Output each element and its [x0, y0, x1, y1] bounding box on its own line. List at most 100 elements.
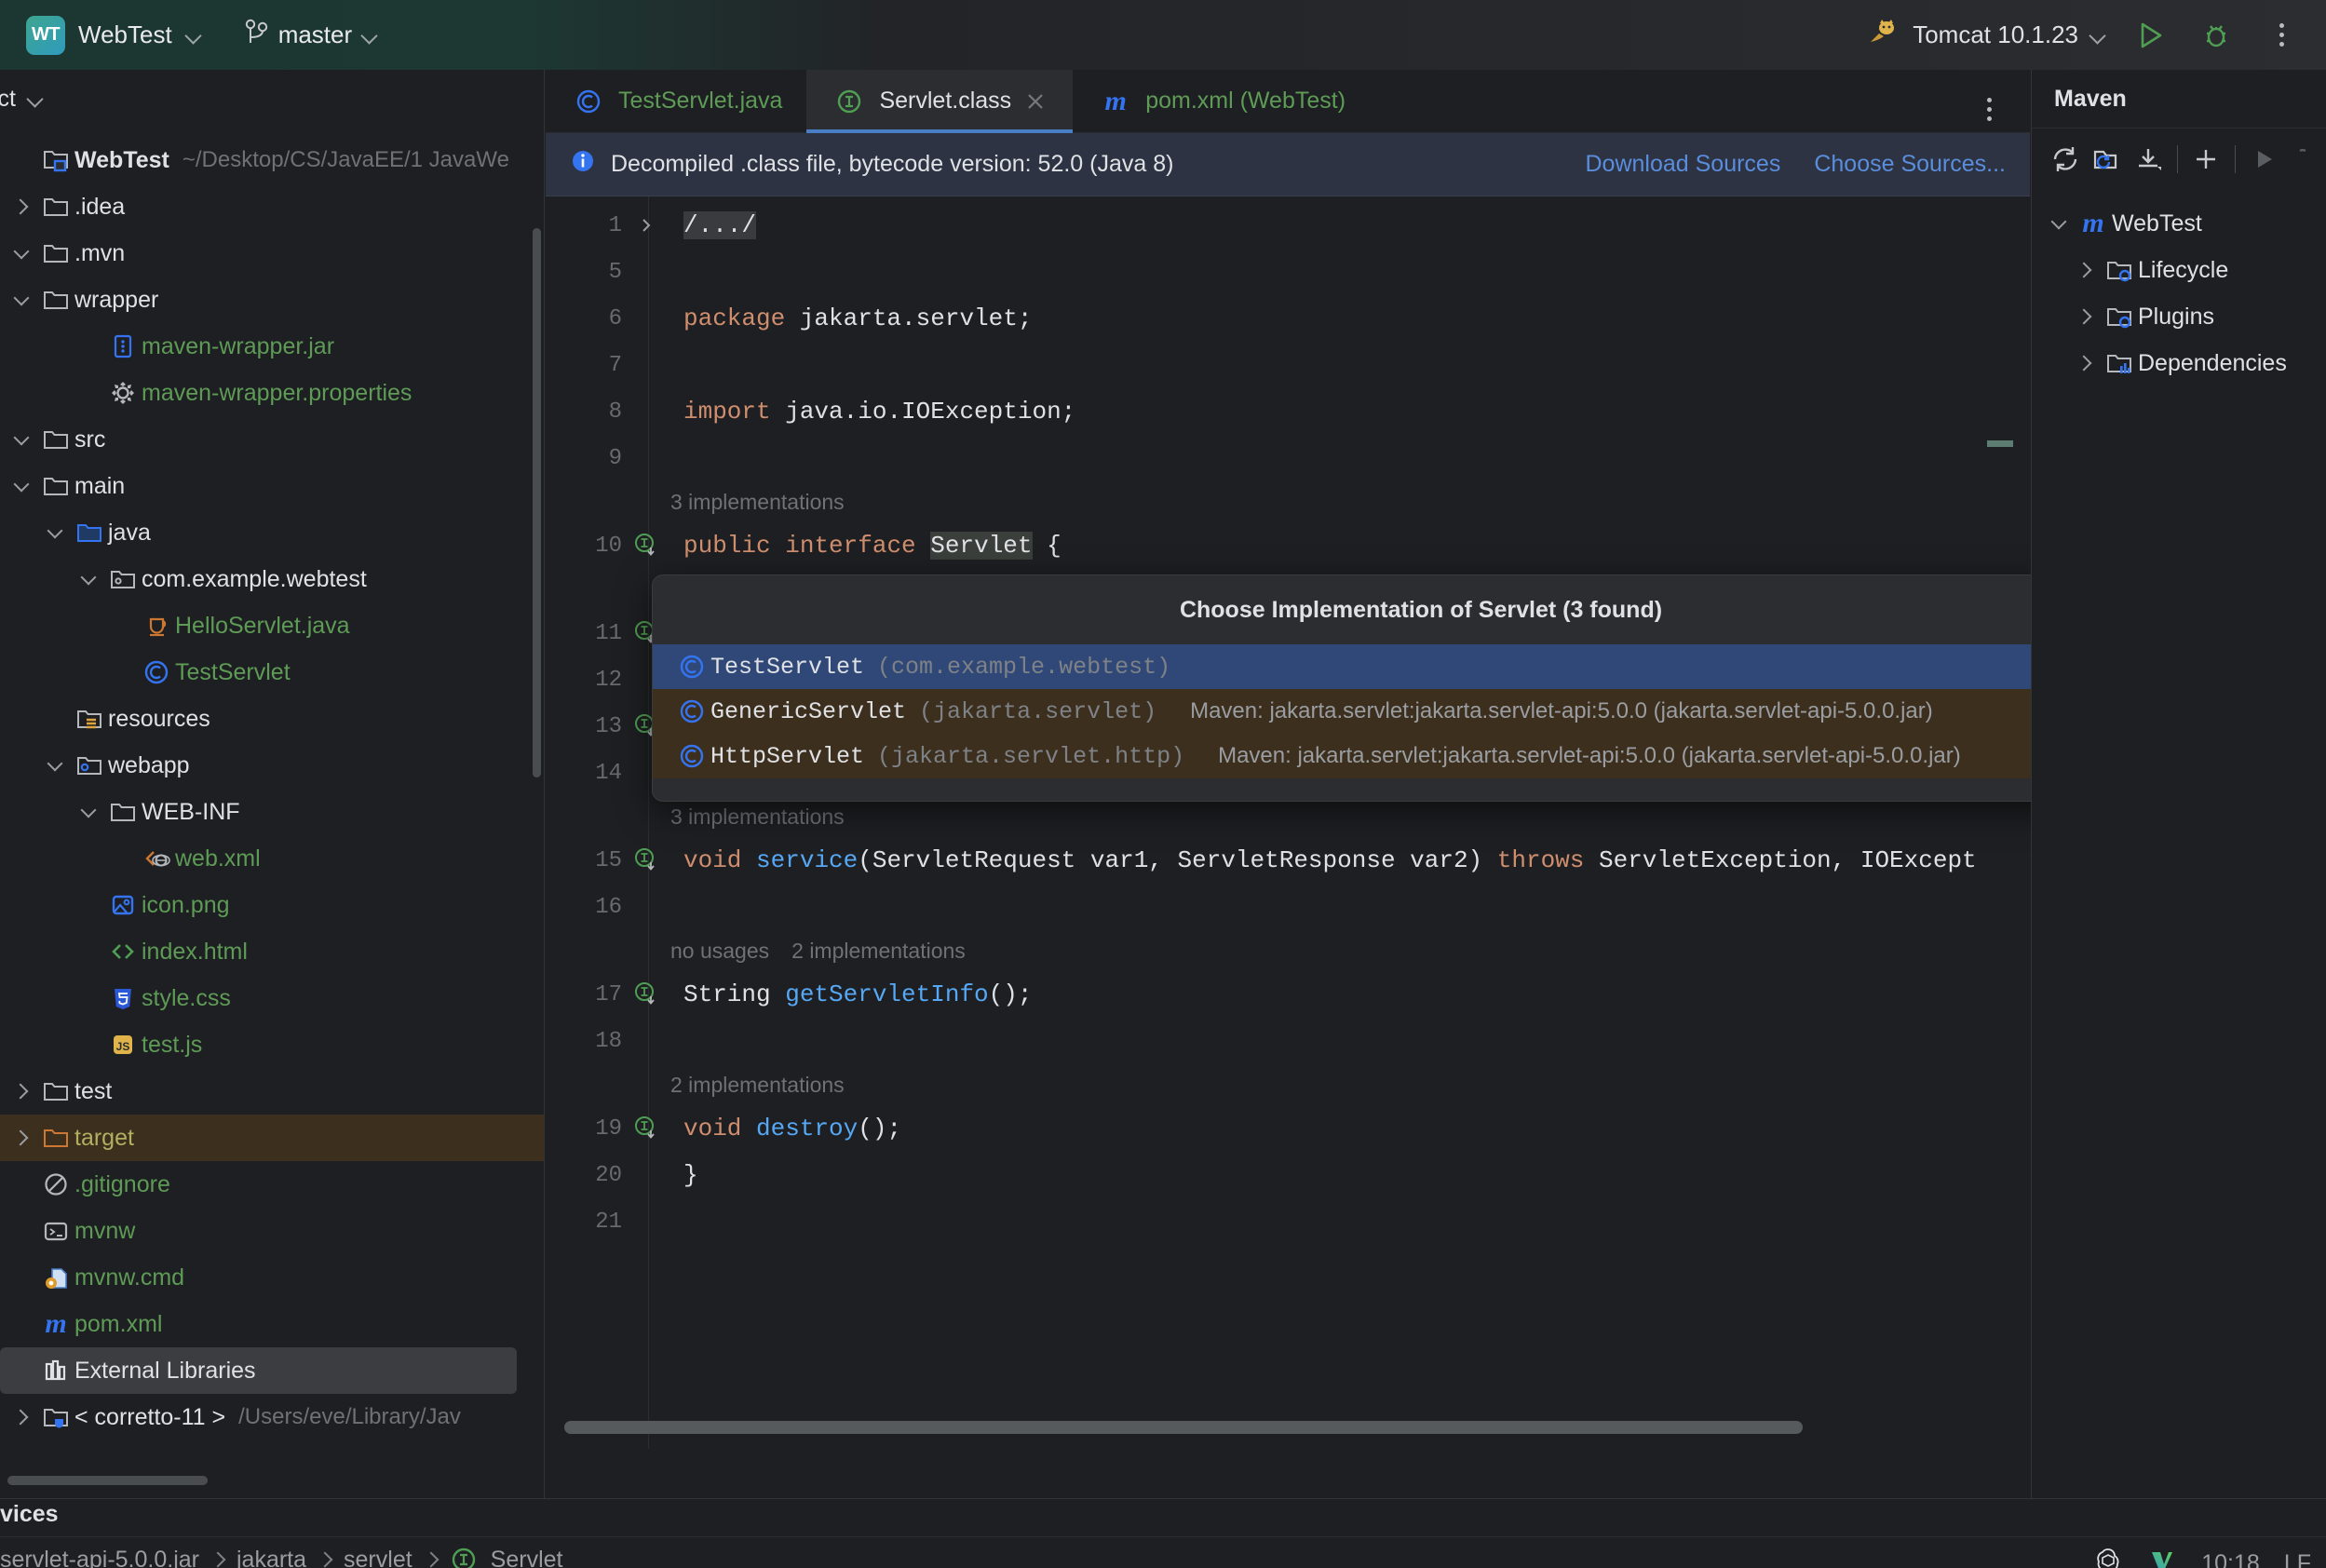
project-tree-item[interactable]: .idea	[0, 183, 544, 230]
chevron-down-icon[interactable]	[39, 522, 71, 538]
run-maven-goal-icon[interactable]	[2284, 136, 2326, 182]
editor-tab[interactable]: TestServlet.java	[546, 70, 806, 133]
project-tree-item[interactable]: < corretto-11 > /Users/eve/Library/Jav	[0, 1394, 544, 1431]
implementation-marker[interactable]	[622, 845, 670, 875]
editor-horizontal-scrollbar[interactable]	[564, 1421, 1803, 1434]
chevron-down-icon[interactable]	[2089, 27, 2106, 44]
line-number: 21	[595, 1209, 622, 1235]
inlay-hint[interactable]: 2 implementations	[546, 1064, 2030, 1105]
chevron-down-icon[interactable]	[361, 27, 378, 44]
maven-tree[interactable]: m WebTest Lifecycle Plugins Dependencies	[2032, 189, 2326, 386]
editor-tabs-more-icon[interactable]	[1968, 88, 2009, 129]
breadcrumb[interactable]: servlet-api-5.0.0.jar jakarta servlet Servl…	[0, 1546, 562, 1568]
implementation-marker[interactable]	[622, 1114, 670, 1143]
editor-tab[interactable]: Servlet.class	[806, 69, 1074, 133]
debug-button[interactable]	[2196, 15, 2237, 56]
chevron-down-icon[interactable]	[73, 569, 104, 585]
project-vertical-scrollbar[interactable]	[533, 228, 541, 777]
maven-tree-item[interactable]: Plugins	[2032, 293, 2326, 340]
close-icon[interactable]	[1022, 88, 1048, 115]
project-tree-item[interactable]: java	[34, 509, 544, 556]
popup-list-item[interactable]: HttpServlet (jakarta.servlet.http) Maven: …	[653, 734, 2189, 778]
project-tree[interactable]: WebTest ~/Desktop/CS/JavaEE/1 JavaWe .idea…	[0, 128, 544, 1431]
project-tree-item[interactable]: maven-wrapper.jar	[67, 323, 544, 370]
chevron-down-icon[interactable]	[2043, 213, 2075, 229]
implementation-marker[interactable]	[622, 980, 670, 1009]
project-tree-item[interactable]: maven-wrapper.properties	[67, 370, 544, 416]
vim-icon[interactable]	[2147, 1546, 2177, 1568]
chevron-right-icon[interactable]	[6, 198, 37, 215]
breadcrumb-item[interactable]: servlet	[344, 1547, 412, 1568]
openai-icon[interactable]	[2093, 1546, 2123, 1568]
project-tree-item[interactable]: web.xml	[101, 835, 544, 882]
maven-tree-item[interactable]: Dependencies	[2032, 340, 2326, 386]
project-tree-item[interactable]: resources	[34, 696, 544, 742]
project-tree-item[interactable]: webapp	[34, 742, 544, 789]
project-tree-item[interactable]: test	[0, 1068, 544, 1115]
chevron-down-icon[interactable]	[6, 290, 37, 305]
reload-all-icon[interactable]	[2045, 136, 2087, 182]
inlay-hint[interactable]: 3 implementations	[546, 796, 2030, 837]
execute-icon[interactable]	[2243, 136, 2285, 182]
chevron-right-icon[interactable]	[2069, 308, 2101, 325]
chevron-down-icon[interactable]	[6, 476, 37, 492]
maven-tree-item[interactable]: m WebTest	[2032, 200, 2326, 247]
project-tree-item[interactable]: JS test.js	[67, 1021, 544, 1068]
chevron-down-icon[interactable]	[185, 27, 202, 44]
maven-tree-item[interactable]: Lifecycle	[2032, 247, 2326, 293]
project-tree-item[interactable]: mvnw	[0, 1208, 544, 1254]
chevron-right-icon[interactable]	[6, 1129, 37, 1146]
more-options-icon[interactable]	[2261, 15, 2302, 56]
line-separator-label[interactable]: LF	[2284, 1550, 2311, 1568]
project-tree-item[interactable]: src	[0, 416, 544, 463]
chevron-down-icon[interactable]	[39, 755, 71, 771]
breadcrumb-item[interactable]: servlet-api-5.0.0.jar	[0, 1547, 199, 1568]
project-tree-item[interactable]: External Libraries	[0, 1347, 517, 1394]
project-tree-item[interactable]: mvnw.cmd	[0, 1254, 544, 1301]
project-tree-item[interactable]: WEB-INF	[67, 789, 544, 835]
download-sources-icon[interactable]	[2128, 136, 2170, 182]
services-tool-window-label[interactable]: vices	[0, 1501, 59, 1528]
editor-tab[interactable]: m pom.xml (WebTest)	[1073, 70, 1370, 133]
add-icon[interactable]	[2185, 136, 2227, 182]
branch-selector[interactable]: master	[245, 19, 378, 51]
breadcrumb-item[interactable]: Servlet	[491, 1547, 563, 1568]
code-editor[interactable]: 1 /.../ 5 6 package jakarta.servlet; 7 8 import…	[546, 196, 2030, 1449]
popup-list-item[interactable]: TestServlet(com.example.webtest)WebTest	[653, 644, 2189, 689]
download-sources-link[interactable]: Download Sources	[1585, 151, 1780, 178]
project-tree-item[interactable]: icon.png	[67, 882, 544, 928]
project-tree-item[interactable]: m pom.xml	[0, 1301, 544, 1347]
project-horizontal-scrollbar[interactable]	[7, 1476, 208, 1485]
add-maven-project-icon[interactable]	[2087, 136, 2129, 182]
popup-list-item[interactable]: GenericServlet (jakarta.servlet) Maven: ja…	[653, 689, 2189, 734]
popup-item-list[interactable]: TestServlet(com.example.webtest)WebTestG…	[653, 644, 2189, 778]
project-tree-item[interactable]: com.example.webtest	[67, 556, 544, 602]
project-tree-item[interactable]: HelloServlet.java	[101, 602, 544, 649]
implementation-marker[interactable]	[622, 531, 670, 561]
choose-sources-link[interactable]: Choose Sources...	[1814, 151, 2006, 178]
project-tree-item[interactable]: WebTest ~/Desktop/CS/JavaEE/1 JavaWe	[0, 137, 544, 183]
chevron-down-icon[interactable]	[73, 802, 104, 818]
choose-implementation-popup[interactable]: Choose Implementation of Servlet (3 foun…	[652, 574, 2190, 802]
breadcrumb-item[interactable]: jakarta	[237, 1547, 306, 1568]
chevron-down-icon[interactable]	[6, 429, 37, 445]
project-tree-item[interactable]: .gitignore	[0, 1161, 544, 1208]
project-tree-item[interactable]: index.html	[67, 928, 544, 975]
chevron-right-icon[interactable]	[6, 1409, 37, 1426]
project-tree-item[interactable]: main	[0, 463, 544, 509]
inlay-hint[interactable]: no usages 2 implementations	[546, 930, 2030, 971]
chevron-down-icon[interactable]	[27, 90, 44, 107]
project-tree-item[interactable]: target	[0, 1115, 544, 1161]
chevron-right-icon[interactable]	[2069, 262, 2101, 278]
run-configuration-selector[interactable]: Tomcat 10.1.23	[1870, 20, 2106, 50]
project-tree-item[interactable]: TestServlet	[101, 649, 544, 696]
inlay-hint[interactable]: 3 implementations	[546, 481, 2030, 522]
fold-arrow-icon[interactable]	[622, 216, 670, 235]
project-tree-item[interactable]: .mvn	[0, 230, 544, 277]
chevron-right-icon[interactable]	[2069, 355, 2101, 372]
run-button[interactable]	[2130, 15, 2171, 56]
chevron-right-icon[interactable]	[6, 1083, 37, 1100]
chevron-down-icon[interactable]	[6, 243, 37, 259]
project-tree-item[interactable]: style.css	[67, 975, 544, 1021]
project-tree-item[interactable]: wrapper	[0, 277, 544, 323]
